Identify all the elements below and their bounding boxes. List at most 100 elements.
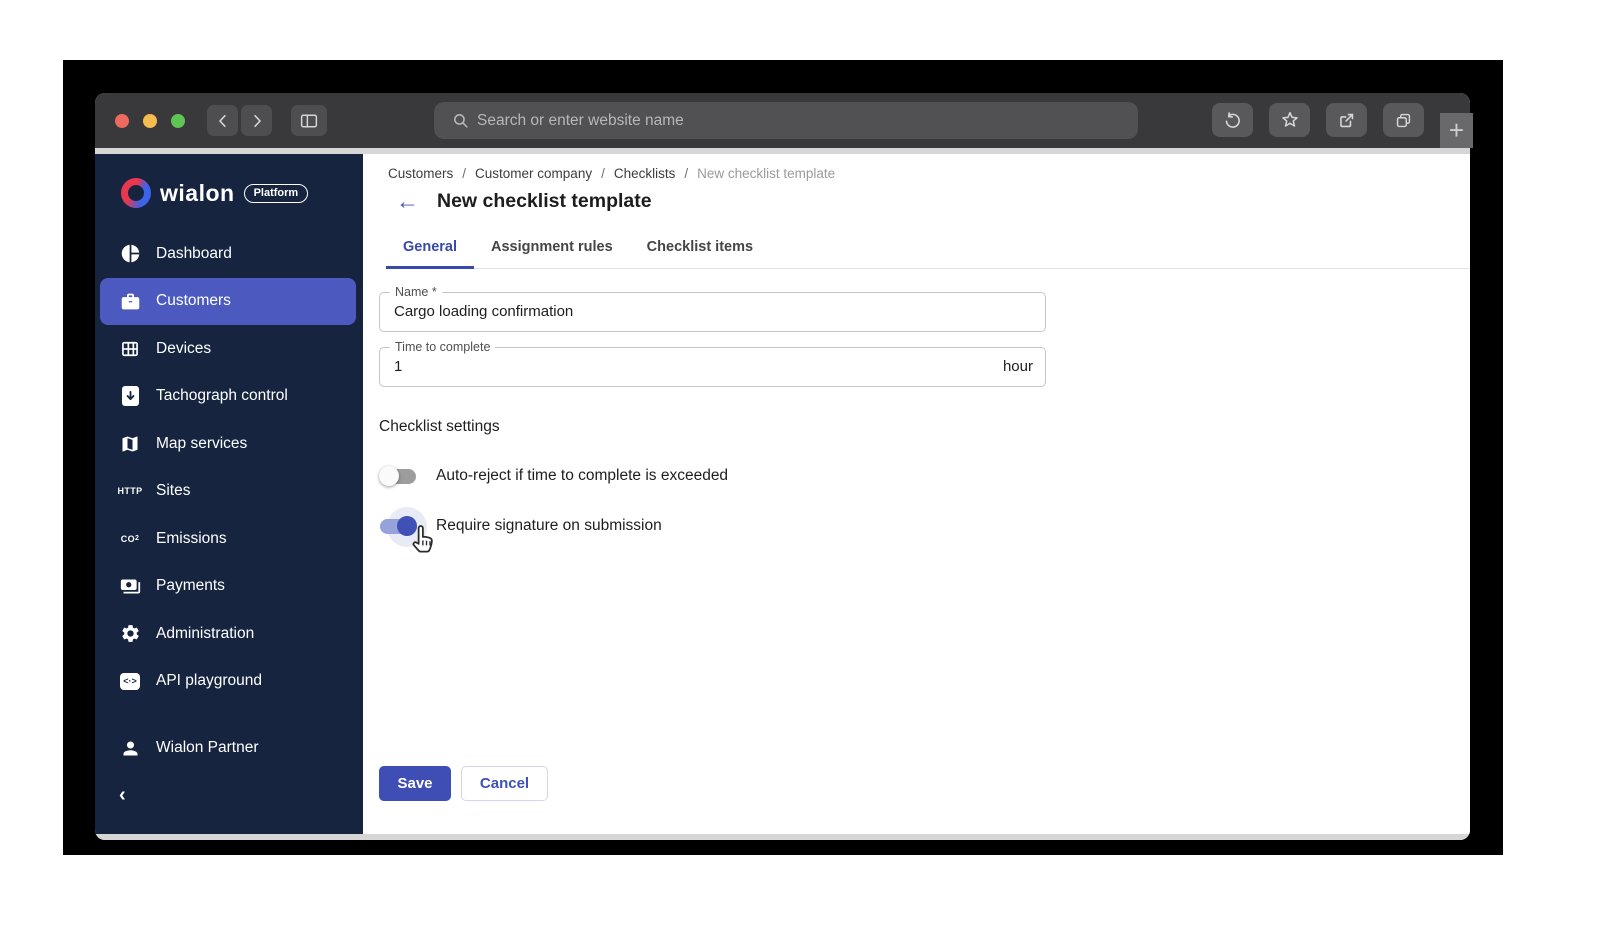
sidebar-user-label: Wialon Partner <box>156 739 259 757</box>
save-button[interactable]: Save <box>379 766 451 801</box>
person-icon <box>118 738 142 759</box>
pie-chart-icon <box>118 243 142 264</box>
bookmark-button[interactable] <box>1269 103 1310 137</box>
auto-reject-toggle-label: Auto-reject if time to complete is excee… <box>436 467 729 484</box>
cancel-button[interactable]: Cancel <box>461 766 548 801</box>
chevron-right-icon <box>253 114 261 127</box>
sidebar-item-api-playground[interactable]: <·> API playground <box>100 658 356 706</box>
name-field-value[interactable]: Cargo loading confirmation <box>394 293 954 331</box>
app-logo: wialon Platform <box>121 178 363 208</box>
sidebar-item-label: Sites <box>156 482 191 500</box>
new-tab-button[interactable]: + <box>1440 113 1473 148</box>
sidebar-item-label: Devices <box>156 339 212 357</box>
checklist-settings-heading: Checklist settings <box>379 418 500 435</box>
sidebar-item-tachograph[interactable]: Tachograph control <box>100 373 356 421</box>
browser-window: Search or enter website name wialon Plat… <box>95 93 1470 840</box>
wialon-logo-icon <box>121 178 151 208</box>
map-icon <box>118 434 142 454</box>
zoom-window-button[interactable] <box>171 113 185 128</box>
chevron-left-icon <box>218 114 226 127</box>
breadcrumb-item[interactable]: Customer company <box>475 166 592 181</box>
browser-toolbar: Search or enter website name <box>95 93 1470 148</box>
sidebar-item-map-services[interactable]: Map services <box>100 420 356 468</box>
sidebar-nav: Dashboard Customers Devices Tachograph c… <box>95 230 363 705</box>
reload-icon <box>1225 111 1240 128</box>
sidebar-item-label: Administration <box>156 624 255 642</box>
http-icon: HTTP <box>117 486 143 497</box>
time-to-complete-field[interactable]: Time to complete 1 hour <box>379 340 1046 387</box>
main-panel: Customers / Customer company / Checklist… <box>363 154 1470 834</box>
breadcrumb-item[interactable]: Checklists <box>614 166 676 181</box>
app-sidebar: wialon Platform Dashboard Customers Devi… <box>95 154 363 834</box>
tab-general[interactable]: General <box>386 227 474 269</box>
reload-button[interactable] <box>1212 103 1253 137</box>
chevron-left-icon: ‹ <box>119 783 126 806</box>
name-field[interactable]: Name * Cargo loading confirmation <box>379 285 1046 332</box>
sidebar-item-label: Tachograph control <box>156 387 288 405</box>
share-button[interactable] <box>1326 103 1367 137</box>
sidebar-toggle-button[interactable] <box>291 105 327 136</box>
forward-button[interactable] <box>241 105 272 136</box>
sidebar-item-devices[interactable]: Devices <box>100 325 356 373</box>
form-actions: Save Cancel <box>379 766 1440 801</box>
sidebar-item-customers[interactable]: Customers <box>100 277 356 325</box>
sidebar-user-account[interactable]: Wialon Partner <box>100 725 356 773</box>
breadcrumb-item-current: New checklist template <box>697 166 836 181</box>
require-signature-toggle[interactable] <box>379 506 427 547</box>
sidebar-item-emissions[interactable]: CO 2 Emissions <box>100 515 356 563</box>
sidebar-item-label: Map services <box>156 434 248 452</box>
time-unit-label: hour <box>1002 358 1033 375</box>
sidebar-item-payments[interactable]: Payments <box>100 563 356 611</box>
toggle-thumb <box>397 516 417 536</box>
grid-icon <box>118 339 142 359</box>
tab-overview-button[interactable] <box>1383 103 1424 137</box>
auto-reject-toggle-row: Auto-reject if time to complete is excee… <box>379 466 1440 486</box>
sidebar-footer: Wialon Partner ‹ <box>95 725 363 835</box>
window-bottom-edge <box>95 834 1470 840</box>
back-arrow-icon[interactable]: ← <box>396 190 419 213</box>
search-icon <box>454 114 468 128</box>
api-code-icon: <·> <box>118 672 142 690</box>
sidebar-panel-icon <box>300 114 318 127</box>
platform-badge: Platform <box>243 183 309 203</box>
co2-icon: CO 2 <box>120 533 140 544</box>
sidebar-item-label: API playground <box>156 672 262 690</box>
logo-text: wialon <box>160 179 235 206</box>
address-bar[interactable]: Search or enter website name <box>434 102 1138 139</box>
page-title: New checklist template <box>437 190 652 212</box>
tab-checklist-items[interactable]: Checklist items <box>630 227 770 268</box>
window-controls <box>115 113 185 128</box>
require-signature-toggle-row: Require signature on submission <box>379 506 1440 547</box>
time-field-value[interactable]: 1 <box>394 348 954 386</box>
sidebar-item-label: Payments <box>156 577 225 595</box>
page-header: ← New checklist template <box>379 190 1440 213</box>
star-icon <box>1281 111 1298 127</box>
tachograph-card-icon <box>118 386 142 407</box>
sidebar-item-dashboard[interactable]: Dashboard <box>100 230 356 278</box>
sidebar-item-label: Emissions <box>156 529 227 547</box>
sidebar-item-administration[interactable]: Administration <box>100 610 356 658</box>
sidebar-item-sites[interactable]: HTTP Sites <box>100 468 356 516</box>
back-button[interactable] <box>207 105 238 136</box>
require-signature-toggle-label: Require signature on submission <box>436 517 662 534</box>
breadcrumb-separator: / <box>684 166 689 181</box>
gear-icon <box>118 623 142 644</box>
auto-reject-toggle[interactable] <box>379 466 417 486</box>
minimize-window-button[interactable] <box>143 113 157 128</box>
breadcrumb-item[interactable]: Customers <box>388 166 453 181</box>
tab-bar: General Assignment rules Checklist items <box>386 227 1470 269</box>
breadcrumb-separator: / <box>462 166 467 181</box>
breadcrumb: Customers / Customer company / Checklist… <box>388 166 1440 181</box>
tabs-icon <box>1396 113 1411 127</box>
open-in-new-icon <box>1340 113 1354 127</box>
close-window-button[interactable] <box>115 113 129 128</box>
sidebar-item-label: Dashboard <box>156 244 232 262</box>
address-bar-placeholder: Search or enter website name <box>477 111 684 129</box>
payments-icon <box>118 576 142 597</box>
toolbar-actions <box>1212 103 1424 137</box>
toggle-thumb <box>379 466 399 486</box>
tab-assignment-rules[interactable]: Assignment rules <box>474 227 630 268</box>
sidebar-collapse-button[interactable]: ‹ <box>95 772 363 818</box>
briefcase-icon <box>118 291 142 312</box>
page-content: wialon Platform Dashboard Customers Devi… <box>95 154 1470 834</box>
